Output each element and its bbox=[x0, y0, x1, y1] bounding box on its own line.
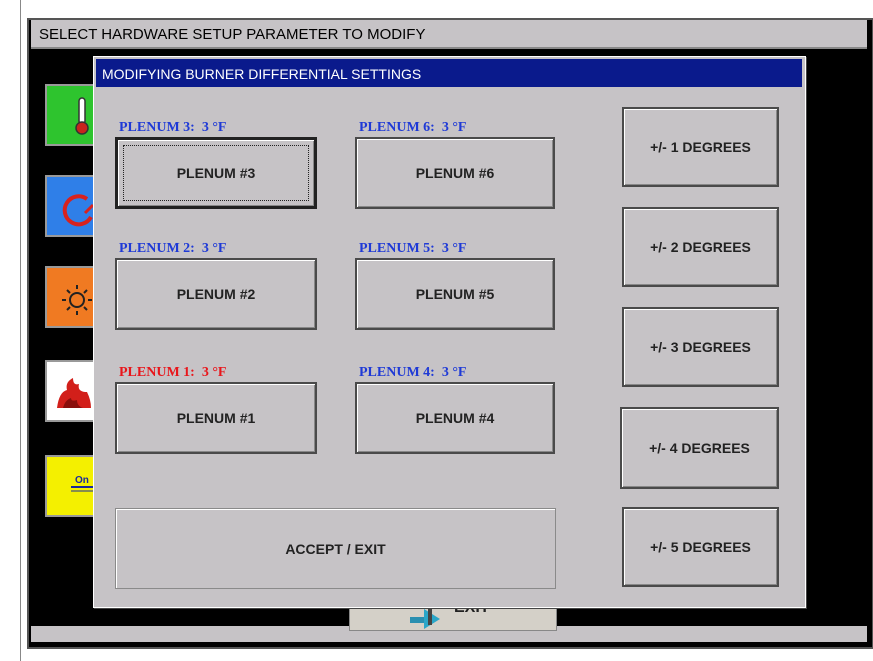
plenum-6-label: PLENUM 6: 3 °F bbox=[359, 120, 467, 135]
plenum-1-label: PLENUM 1: 3 °F bbox=[119, 365, 227, 380]
plenum-4-button[interactable]: PLENUM #4 bbox=[355, 382, 555, 454]
plenum-3-button[interactable]: PLENUM #3 bbox=[115, 137, 317, 209]
degrees-4-button[interactable]: +/- 4 DEGREES bbox=[620, 407, 779, 489]
plenum-1-button[interactable]: PLENUM #1 bbox=[115, 382, 317, 454]
plenum-6-button[interactable]: PLENUM #6 bbox=[355, 137, 555, 209]
thermometer-icon[interactable] bbox=[45, 84, 95, 146]
exit-door-icon bbox=[410, 605, 440, 629]
gauge-icon[interactable] bbox=[45, 175, 95, 237]
plenum-5-button[interactable]: PLENUM #5 bbox=[355, 258, 555, 330]
plenum-6-button-label: PLENUM #6 bbox=[415, 165, 495, 181]
accept-exit-button[interactable]: ACCEPT / EXIT bbox=[115, 508, 556, 589]
degrees-3-button[interactable]: +/- 3 DEGREES bbox=[622, 307, 779, 387]
on-switch-icon[interactable]: On bbox=[45, 455, 95, 517]
degrees-2-button[interactable]: +/- 2 DEGREES bbox=[622, 207, 779, 287]
plenum-2-button-label: PLENUM #2 bbox=[176, 286, 256, 302]
plenum-4-button-label: PLENUM #4 bbox=[415, 410, 495, 426]
degrees-1-label: +/- 1 DEGREES bbox=[650, 139, 751, 155]
plenum-2-label: PLENUM 2: 3 °F bbox=[119, 241, 227, 256]
dialog-title: MODIFYING BURNER DIFFERENTIAL SETTINGS bbox=[96, 59, 802, 87]
plenum-3-label: PLENUM 3: 3 °F bbox=[119, 120, 227, 135]
plenum-1-button-label: PLENUM #1 bbox=[176, 410, 256, 426]
degrees-5-label: +/- 5 DEGREES bbox=[650, 539, 751, 555]
outer-window-title: SELECT HARDWARE SETUP PARAMETER TO MODIF… bbox=[31, 20, 867, 49]
accept-exit-label: ACCEPT / EXIT bbox=[285, 540, 386, 557]
sun-icon[interactable] bbox=[45, 266, 95, 328]
plenum-2-button[interactable]: PLENUM #2 bbox=[115, 258, 317, 330]
degrees-3-label: +/- 3 DEGREES bbox=[650, 339, 751, 355]
focus-ring bbox=[123, 145, 309, 201]
plenum-5-button-label: PLENUM #5 bbox=[415, 286, 495, 302]
degrees-1-button[interactable]: +/- 1 DEGREES bbox=[622, 107, 779, 187]
plenum-5-label: PLENUM 5: 3 °F bbox=[359, 241, 467, 256]
fire-icon[interactable] bbox=[45, 360, 95, 422]
burner-differential-dialog: MODIFYING BURNER DIFFERENTIAL SETTINGS P… bbox=[93, 56, 806, 608]
degrees-2-label: +/- 2 DEGREES bbox=[650, 239, 751, 255]
degrees-4-label: +/- 4 DEGREES bbox=[649, 440, 750, 456]
plenum-4-label: PLENUM 4: 3 °F bbox=[359, 365, 467, 380]
svg-text:On: On bbox=[75, 475, 89, 486]
degrees-5-button[interactable]: +/- 5 DEGREES bbox=[622, 507, 779, 587]
